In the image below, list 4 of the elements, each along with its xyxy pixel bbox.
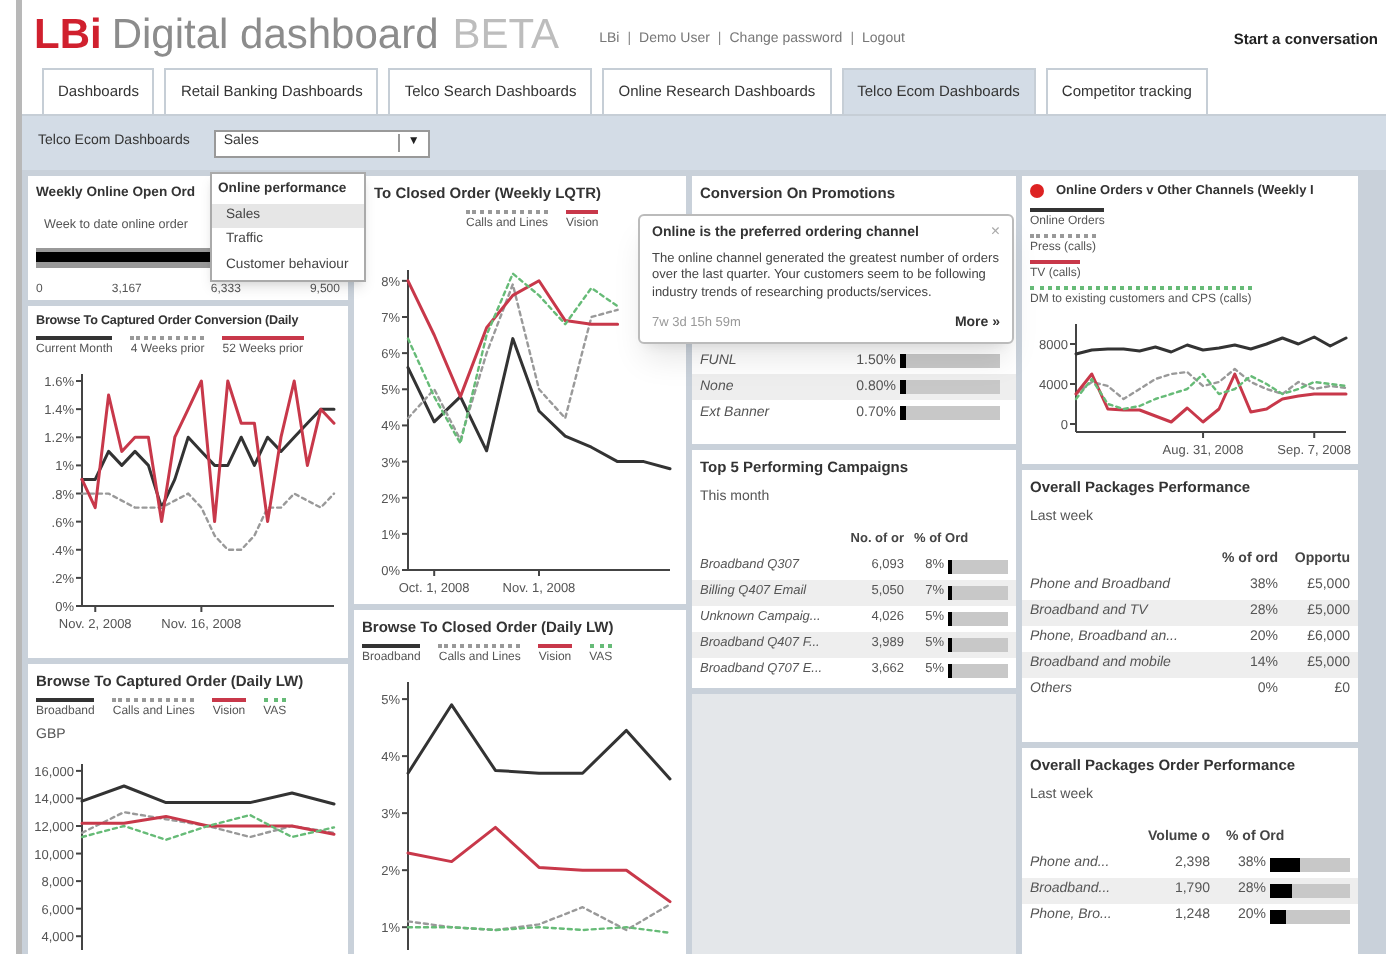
logo: LBi <box>34 14 102 56</box>
app-title: Digital dashboard <box>111 14 439 56</box>
y-axis <box>1069 322 1077 433</box>
beta-label: BETA <box>452 14 560 56</box>
